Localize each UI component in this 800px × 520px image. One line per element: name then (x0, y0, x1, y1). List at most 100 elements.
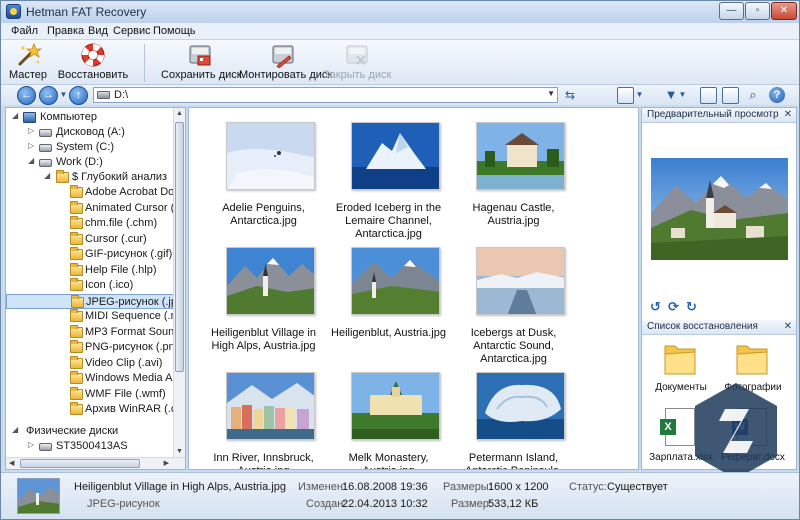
thumbnail-item[interactable]: Melk Monastery, Austria.jpg (326, 366, 451, 469)
drive-icon (97, 91, 110, 99)
menu-help[interactable]: Помощь (153, 25, 196, 37)
thumbnail-item[interactable]: Icebergs at Dusk, Antarctic Sound, Antar… (451, 241, 576, 366)
tree-item-folder[interactable]: MP3 Format Sound (. (6, 324, 174, 340)
disk-save-icon (189, 45, 211, 66)
rotate-right-icon[interactable]: ↻ (686, 300, 699, 313)
view-mode-icon[interactable] (617, 87, 634, 104)
menu-file[interactable]: Файл (11, 25, 38, 37)
address-input[interactable]: D:\ ▼ (93, 87, 558, 103)
tree-vertical-scrollbar[interactable]: ▲ ▼ (173, 108, 185, 457)
tree-item-folder[interactable]: MIDI Sequence (.mid) (6, 309, 174, 324)
scroll-right-icon[interactable]: ▶ (164, 459, 169, 467)
created-value: 22.04.2013 10:32 (342, 498, 428, 510)
dimensions-label: Размеры: (443, 481, 492, 493)
tree-label: Windows Media Audi (85, 372, 174, 384)
tree-label: chm.file (.chm) (85, 217, 158, 229)
tree-vertical-scroll-thumb[interactable] (175, 122, 184, 372)
thumbnail-caption: Adelie Penguins, Antarctica.jpg (222, 202, 305, 227)
recovery-close-icon[interactable]: ✕ (784, 320, 792, 334)
filter-icon[interactable]: ▼ (663, 87, 679, 103)
wizard-label: Мастер (8, 69, 48, 81)
rotate-reset-icon[interactable]: ⟳ (668, 300, 681, 313)
tree-item-computer[interactable]: ◢ Компьютер (6, 110, 174, 125)
expand-arrow-icon[interactable]: ▷ (28, 440, 37, 449)
tree-horizontal-scroll-thumb[interactable] (20, 459, 140, 468)
tree-item-folder[interactable]: Video Clip (.avi) (6, 355, 174, 371)
thumbnail-item[interactable]: Inn River, Innsbruck, Austria.jpg (201, 366, 326, 469)
tree-item-folder[interactable]: Windows Media Audi (6, 371, 174, 386)
title-bar[interactable]: Hetman FAT Recovery — ▫ ✕ (1, 1, 799, 23)
tree-item-drive-a[interactable]: ▷ Дисковод (A:) (6, 125, 174, 140)
expand-arrow-icon[interactable]: ▷ (28, 141, 37, 150)
back-button[interactable]: ← (17, 86, 36, 105)
preview-close-icon[interactable]: ✕ (784, 108, 792, 122)
thumbnail-item[interactable]: Eroded Iceberg in the Lemaire Channel, A… (326, 116, 451, 241)
tree-item-folder[interactable]: chm.file (.chm) (6, 216, 174, 231)
wizard-button[interactable]: Мастер (5, 40, 51, 85)
thumbnail-item[interactable]: Adelie Penguins, Antarctica.jpg (201, 116, 326, 241)
tree-label: WMF File (.wmf) (85, 387, 166, 400)
tree-item-physical-disk[interactable]: ▷ ST3500413AS (6, 439, 174, 454)
collapse-arrow-icon[interactable]: ◢ (44, 171, 53, 180)
tree-label: Work (D:) (56, 156, 103, 168)
help-icon[interactable]: ? (769, 87, 785, 103)
thumbnail-item[interactable]: Heiligenblut, Austria.jpg (326, 241, 451, 366)
tree-item-folder[interactable]: Icon (.ico) (6, 278, 174, 293)
menu-view[interactable]: Вид (88, 25, 108, 37)
thumbnail-item[interactable]: Heiligenblut Village in High Alps, Austr… (201, 241, 326, 366)
refresh-icon[interactable]: ⇆ (562, 87, 578, 103)
tree-item-folder[interactable]: Help File (.hlp) (6, 262, 174, 278)
tree-item-folder[interactable]: WMF File (.wmf) (6, 386, 174, 402)
filter-dropdown-icon[interactable]: ▼ (678, 87, 687, 103)
collapse-arrow-icon[interactable]: ◢ (12, 425, 21, 434)
menu-service[interactable]: Сервис (113, 25, 151, 37)
thumbnail-item[interactable]: Hagenau Castle, Austria.jpg (451, 116, 576, 241)
tree-label: Дисковод (A:) (56, 126, 125, 138)
minimize-button[interactable]: — (719, 2, 744, 20)
status-bar: Heiligenblut Village in High Alps, Austr… (1, 472, 799, 519)
tree-item-physical-disks[interactable]: ◢ Физические диски (6, 424, 174, 439)
folder-icon (70, 309, 83, 322)
tree-item-folder[interactable]: Adobe Acrobat Docu (6, 185, 174, 200)
view-mode-dropdown-icon[interactable]: ▼ (635, 87, 644, 103)
up-button[interactable]: ↑ (69, 86, 88, 105)
tree-item-folder[interactable]: Архив WinRAR (.cab) (6, 402, 174, 417)
expand-arrow-icon[interactable]: ▷ (28, 126, 37, 135)
close-button[interactable]: ✕ (771, 2, 797, 20)
size-value: 533,12 КБ (488, 498, 539, 510)
close-disk-button[interactable]: Закрыть диск (323, 40, 391, 85)
save-icon[interactable] (722, 87, 739, 104)
tree-item-deep-analysis[interactable]: ◢ $ Глубокий анализ (6, 170, 174, 185)
preview-pane-toggle-icon[interactable] (700, 87, 717, 104)
tree-horizontal-scrollbar[interactable]: ◀ ▶ (6, 457, 185, 469)
thumbnail-item[interactable]: Petermann Island, Antarctic Peninsula, A… (451, 366, 576, 469)
tree-item-folder[interactable]: Cursor (.cur) (6, 231, 174, 247)
menu-edit[interactable]: Правка (47, 25, 84, 37)
tree-item-folder[interactable]: JPEG-рисунок (.jpg) (6, 293, 174, 309)
address-dropdown-icon[interactable]: ▼ (547, 89, 555, 98)
tree-item-folder[interactable]: GIF-рисунок (.gif) (6, 247, 174, 262)
thumbnail-caption: Icebergs at Dusk, Antarctic Sound, Antar… (470, 327, 557, 365)
history-dropdown-icon[interactable]: ▼ (59, 87, 68, 103)
maximize-button[interactable]: ▫ (745, 2, 770, 20)
collapse-arrow-icon[interactable]: ◢ (28, 156, 37, 165)
save-disk-button[interactable]: Сохранить диск (161, 40, 242, 85)
tree-item-folder[interactable]: Animated Cursor (.an (6, 200, 174, 216)
app-window: Hetman FAT Recovery — ▫ ✕ Файл Правка Ви… (0, 0, 800, 520)
tree-item-drive-c[interactable]: ▷ System (C:) (6, 140, 174, 155)
rotate-left-icon[interactable]: ↺ (650, 300, 663, 313)
tree-item-drive-d[interactable]: ◢ Work (D:) (6, 155, 174, 170)
toolbar-separator (144, 44, 145, 82)
restore-button[interactable]: Восстановить (57, 40, 129, 85)
scroll-down-icon[interactable]: ▼ (176, 448, 183, 455)
collapse-arrow-icon[interactable]: ◢ (12, 111, 21, 120)
folder-icon (70, 231, 83, 245)
window-title: Hetman FAT Recovery (26, 5, 147, 19)
scroll-left-icon[interactable]: ◀ (9, 459, 14, 467)
tree-item-folder[interactable]: PNG-рисунок (.png) (6, 340, 174, 355)
scroll-up-icon[interactable]: ▲ (176, 110, 183, 117)
mount-disk-button[interactable]: Монтировать диск (239, 40, 332, 85)
search-icon[interactable]: ⌕ (745, 87, 761, 103)
disk-mount-icon (272, 45, 294, 68)
forward-button[interactable]: → (39, 86, 58, 105)
